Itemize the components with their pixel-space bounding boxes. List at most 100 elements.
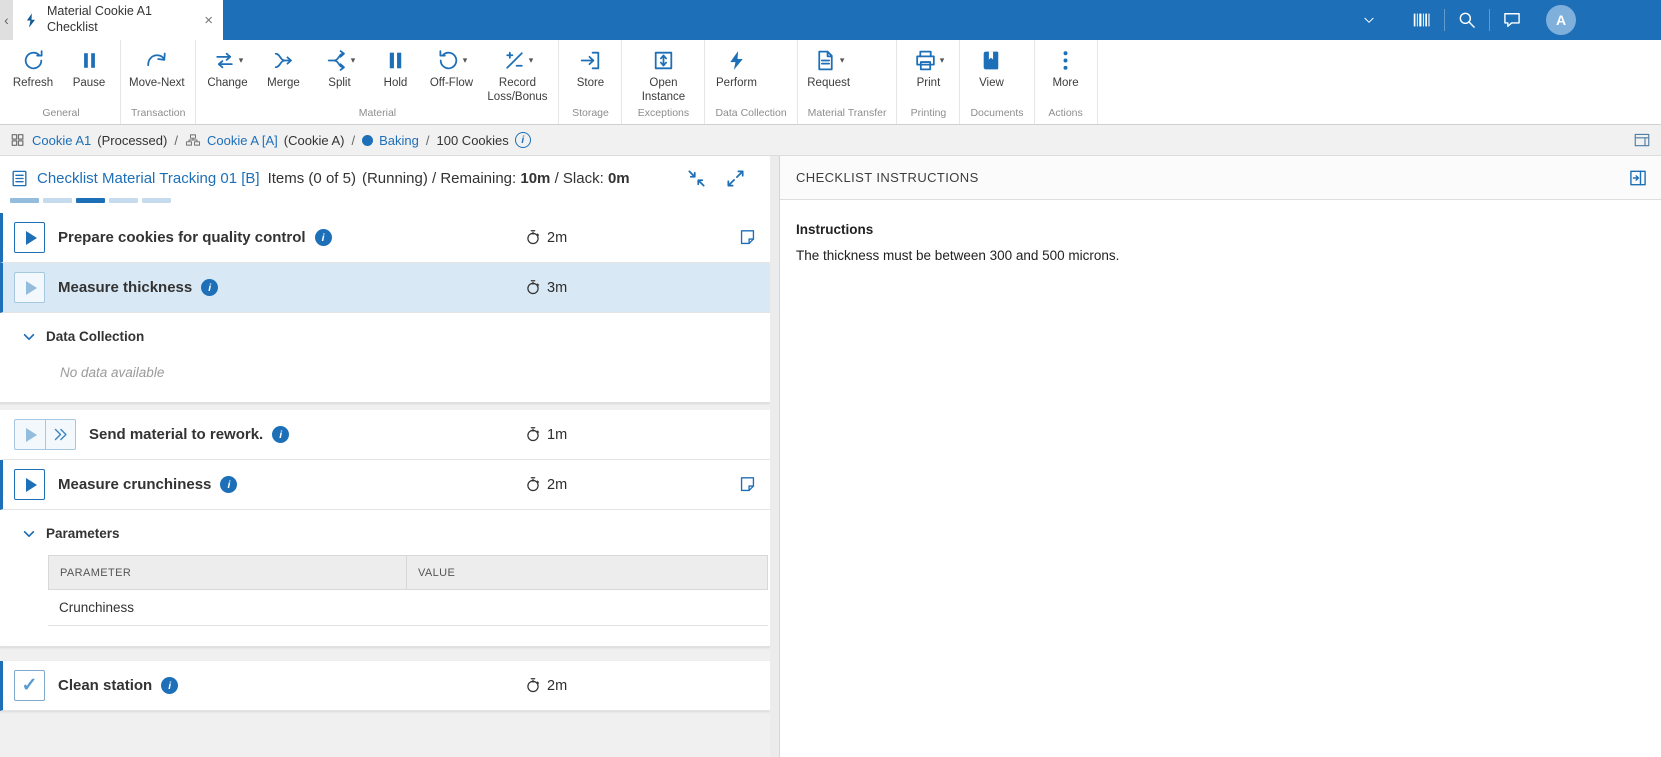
checklist-title-link[interactable]: Checklist Material Tracking 01 [B] [37, 170, 260, 187]
move-next-icon [144, 48, 169, 73]
info-icon[interactable] [220, 476, 237, 493]
start-item-button[interactable] [14, 272, 45, 303]
instructions-panel-header: CHECKLIST INSTRUCTIONS [780, 156, 1661, 200]
perform-button[interactable]: Perform [708, 45, 764, 92]
lot-icon [10, 132, 26, 148]
chevron-down-icon [22, 527, 36, 541]
start-item-button[interactable] [14, 469, 45, 500]
avatar[interactable]: A [1546, 5, 1576, 35]
instructions-text: The thickness must be between 300 and 50… [796, 246, 1645, 266]
parameters-section-header[interactable]: Parameters [22, 526, 770, 541]
ribbon-toolbar: Refresh Pause General Move-Next Transact… [0, 40, 1661, 125]
info-icon[interactable] [201, 279, 218, 296]
parameters-table: PARAMETER VALUE Crunchiness [48, 555, 768, 626]
print-button[interactable]: ▾ Print [900, 45, 956, 92]
stopwatch-icon [525, 229, 541, 246]
instructions-panel: CHECKLIST INSTRUCTIONS Instructions The … [779, 156, 1661, 757]
info-icon[interactable] [315, 229, 332, 246]
section-label: Parameters [46, 526, 120, 541]
item-title: Measure crunchiness [58, 476, 211, 493]
start-item-button[interactable] [14, 419, 45, 450]
feedback-bubble-icon[interactable] [1490, 10, 1534, 30]
stopwatch-icon [525, 677, 541, 694]
panel-toggle-icon[interactable] [1633, 131, 1651, 149]
hold-button[interactable]: Hold [367, 45, 423, 92]
toolbar-group-material-transfer: ▾ Request Material Transfer [798, 40, 898, 124]
step-status-icon [362, 135, 373, 146]
dropdown-caret-icon: ▾ [351, 55, 356, 66]
store-icon [578, 48, 603, 73]
collapse-all-icon[interactable] [686, 168, 707, 189]
checklist-panel: Checklist Material Tracking 01 [B] Items… [0, 156, 770, 757]
note-icon[interactable] [738, 228, 757, 247]
checklist-status: (Running) / Remaining: 10m / Slack: 0m [362, 170, 630, 187]
app-tab[interactable]: Material Cookie A1 Checklist × [13, 0, 223, 40]
expand-all-icon[interactable] [725, 168, 746, 189]
panel-splitter[interactable] [770, 156, 779, 757]
checklist-item-measure-crunchiness[interactable]: Measure crunchiness 2m [0, 460, 770, 510]
group-label-material: Material [196, 107, 558, 124]
refresh-button[interactable]: Refresh [5, 45, 61, 92]
main-area: Checklist Material Tracking 01 [B] Items… [0, 156, 1661, 757]
request-button[interactable]: ▾ Request [801, 45, 857, 92]
checklist-icon [10, 169, 29, 188]
instructions-panel-title: CHECKLIST INSTRUCTIONS [796, 170, 979, 185]
open-instance-icon [651, 48, 676, 73]
split-button[interactable]: ▾ Split [311, 45, 367, 92]
parameter-cell: Crunchiness [48, 600, 406, 615]
tab-scroll-left-icon[interactable]: ‹ [0, 0, 13, 40]
progress-segment [109, 198, 138, 203]
start-item-button[interactable] [14, 222, 45, 253]
view-button[interactable]: View [963, 45, 1019, 92]
toolbar-group-data-collection: Perform Data Collection [705, 40, 797, 124]
checklist-item-clean-station[interactable]: Clean station 2m [0, 661, 770, 711]
completed-checkbox[interactable] [14, 670, 45, 701]
info-icon[interactable] [272, 426, 289, 443]
skip-item-button[interactable] [45, 419, 76, 450]
toolbar-group-material: ▾ Change Merge ▾ Split Hold ▾ Off-Flow ▾ [196, 40, 559, 124]
group-label-data-collection: Data Collection [705, 107, 796, 124]
chevron-down-icon[interactable] [1354, 13, 1384, 27]
open-instance-button[interactable]: Open Instance [625, 45, 701, 105]
pause-button[interactable]: Pause [61, 45, 117, 92]
dropdown-caret-icon: ▾ [840, 55, 845, 66]
breadcrumb-lot-link[interactable]: Cookie A1 [32, 133, 91, 148]
store-button[interactable]: Store [562, 45, 618, 92]
item-title: Measure thickness [58, 279, 192, 296]
breadcrumb-quantity: 100 Cookies [437, 133, 509, 148]
breadcrumb-step-link[interactable]: Baking [379, 133, 419, 148]
progress-segment [76, 198, 105, 203]
checklist-card-middle: Send material to rework. 1m Measure crun… [0, 410, 770, 647]
play-icon [26, 478, 37, 492]
checklist-item-send-rework[interactable]: Send material to rework. 1m [0, 410, 770, 460]
checklist-item-prepare-cookies[interactable]: Prepare cookies for quality control 2m [0, 213, 770, 263]
merge-button[interactable]: Merge [255, 45, 311, 92]
topbar: ‹ Material Cookie A1 Checklist × A [0, 0, 1661, 40]
merge-icon [271, 48, 296, 73]
collapse-panel-icon[interactable] [1628, 168, 1648, 188]
note-icon[interactable] [738, 475, 757, 494]
tab-close-icon[interactable]: × [204, 13, 213, 28]
breadcrumb-material-link[interactable]: Cookie A [A] [207, 133, 278, 148]
item-duration: 1m [525, 426, 567, 443]
dropdown-caret-icon: ▾ [463, 55, 468, 66]
search-icon[interactable] [1445, 10, 1489, 30]
data-collection-section-header[interactable]: Data Collection [22, 329, 770, 344]
move-next-button[interactable]: Move-Next [124, 45, 190, 92]
breadcrumb-material-name: (Cookie A) [284, 133, 345, 148]
section-label: Data Collection [46, 329, 144, 344]
info-icon[interactable] [515, 132, 531, 148]
toolbar-group-printing: ▾ Print Printing [897, 40, 960, 124]
more-button[interactable]: More [1038, 45, 1094, 92]
off-flow-button[interactable]: ▾ Off-Flow [423, 45, 479, 92]
info-icon[interactable] [161, 677, 178, 694]
barcode-scan-icon[interactable] [1400, 9, 1444, 31]
item-duration: 2m [525, 476, 567, 493]
view-documents-icon [979, 48, 1004, 73]
checklist-item-measure-thickness[interactable]: Measure thickness 3m [0, 263, 770, 313]
breadcrumb: Cookie A1 (Processed) / Cookie A [A] (Co… [0, 125, 1661, 156]
record-loss-bonus-button[interactable]: ▾ Record Loss/Bonus [479, 45, 555, 105]
tab-title: Material Cookie A1 Checklist [47, 4, 197, 35]
table-row[interactable]: Crunchiness [48, 590, 768, 626]
change-button[interactable]: ▾ Change [199, 45, 255, 92]
